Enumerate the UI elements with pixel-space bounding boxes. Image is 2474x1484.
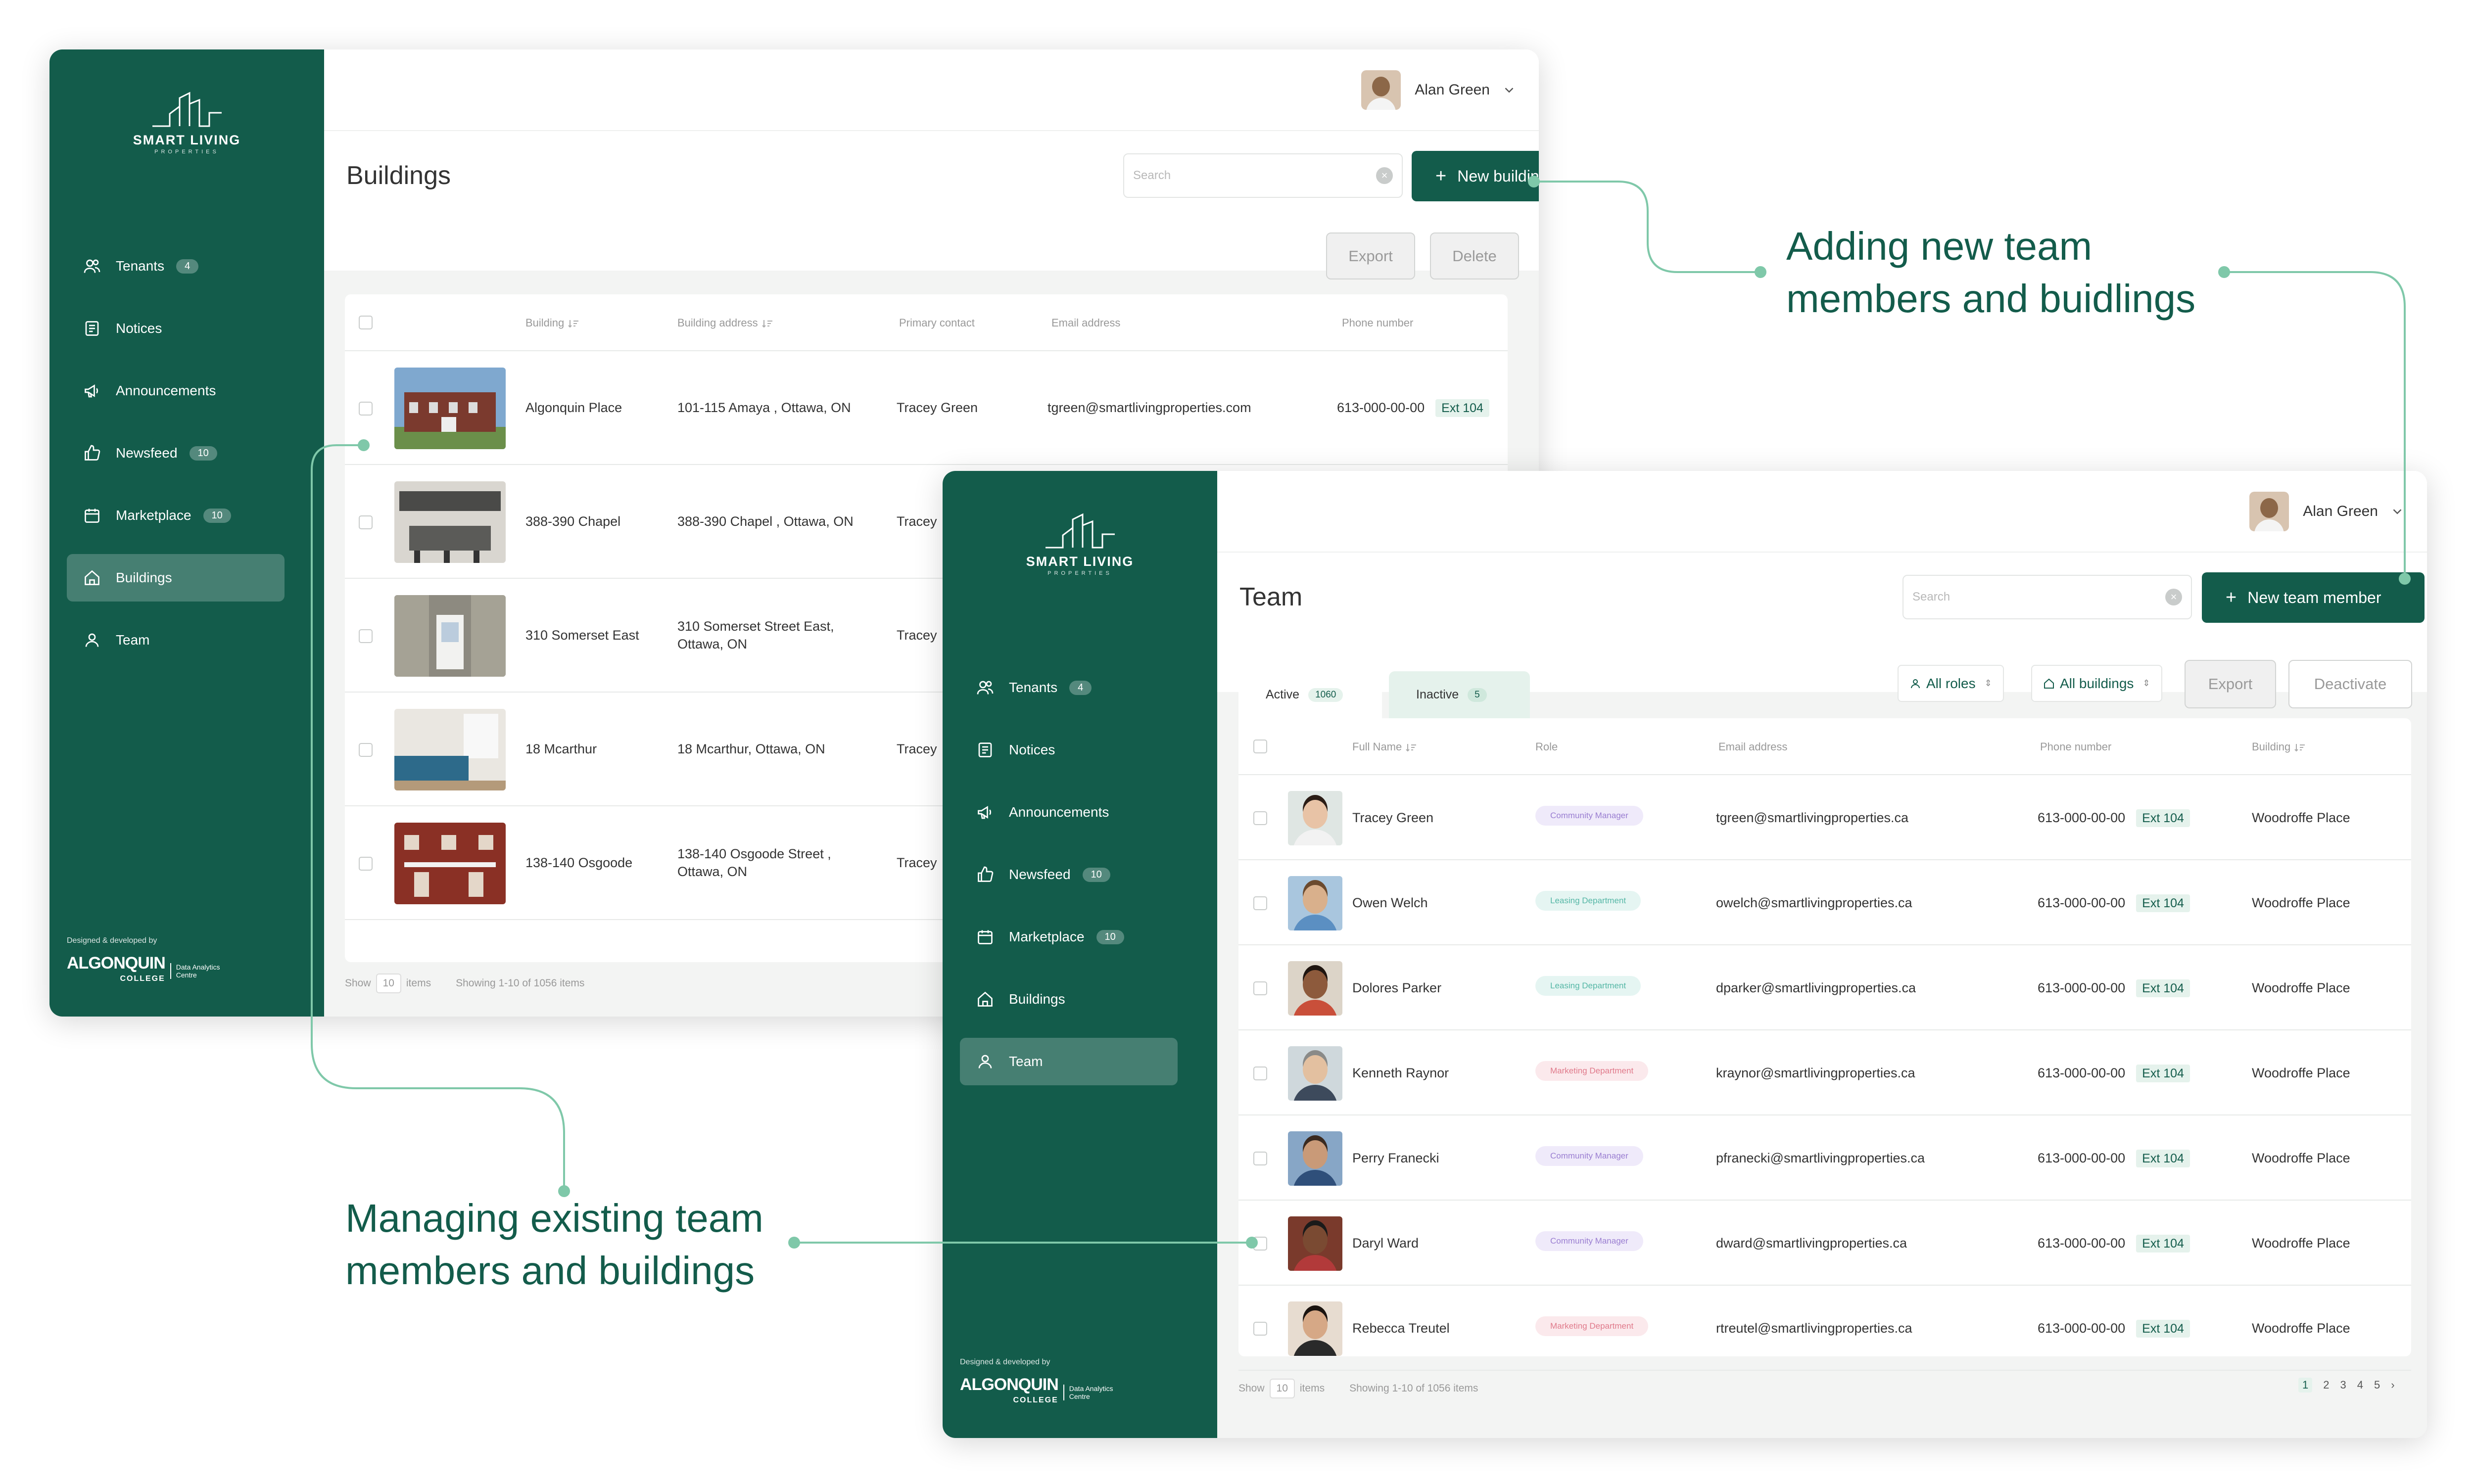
annotation-line: Adding new team	[1786, 224, 2093, 268]
connector-dot	[788, 1237, 800, 1249]
annotation-managing: Managing existing team members and build…	[345, 1192, 763, 1297]
connector-new-team-member	[2224, 271, 2406, 579]
connector-buildings-row	[311, 444, 565, 1191]
connector-dot	[2218, 266, 2230, 278]
connector-dot	[1528, 176, 1540, 187]
annotation-line: members and buidlings	[1786, 277, 2196, 321]
connector-dot	[1246, 1237, 1258, 1249]
connector-dot	[1755, 266, 1766, 278]
connector-new-building	[1534, 181, 1760, 273]
annotation-line: members and buildings	[345, 1249, 755, 1293]
annotation-line: Managing existing team	[345, 1196, 763, 1240]
connector-dot	[358, 439, 370, 451]
connector-dot	[2399, 573, 2411, 585]
annotation-adding: Adding new team members and buidlings	[1786, 220, 2195, 325]
